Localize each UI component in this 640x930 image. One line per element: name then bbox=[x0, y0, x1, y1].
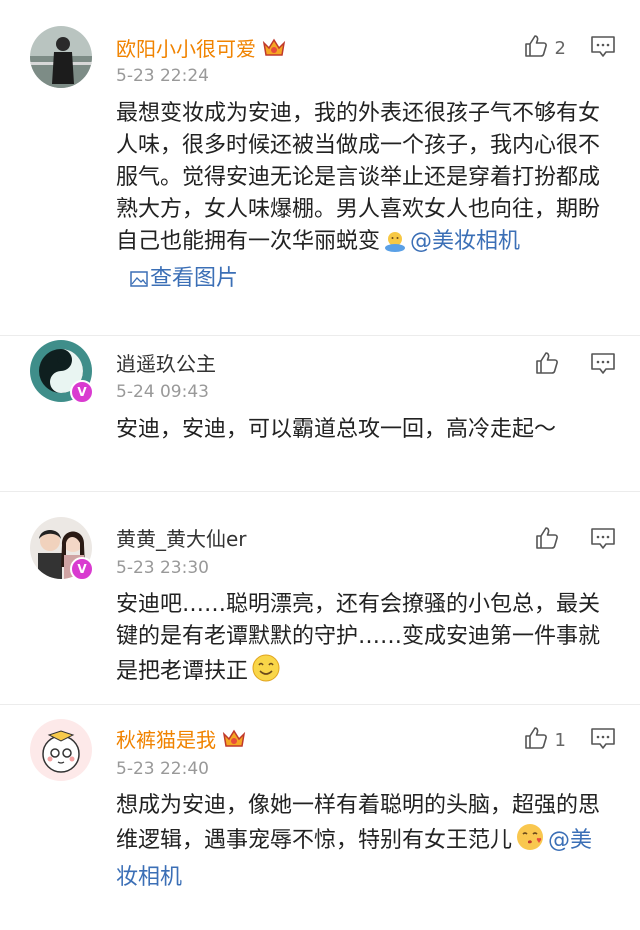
timestamp: 5-23 22:24 bbox=[116, 66, 209, 86]
comment-text: 最想变妆成为安迪，我的外表还很孩子气不够有女人味，很多时候还被当做成一个孩子，我… bbox=[116, 101, 601, 291]
comment-actions: 1 bbox=[523, 725, 616, 756]
comment-icon[interactable] bbox=[590, 527, 616, 555]
like-button[interactable]: 2 bbox=[523, 33, 566, 64]
smile-emoji-icon bbox=[251, 653, 281, 693]
view-picture-link[interactable]: 查看图片 bbox=[130, 266, 238, 291]
thumbs-up-icon bbox=[523, 725, 549, 756]
like-button[interactable]: 1 bbox=[523, 725, 566, 756]
timestamp: 5-23 23:30 bbox=[116, 558, 209, 578]
username[interactable]: 秋裤猫是我 bbox=[116, 724, 246, 755]
username[interactable]: 逍遥玖公主 bbox=[116, 348, 216, 377]
comment-actions bbox=[534, 525, 616, 556]
thumbs-up-icon bbox=[534, 525, 560, 556]
timestamp: 5-23 22:40 bbox=[116, 759, 209, 779]
avatar[interactable] bbox=[30, 719, 92, 781]
mention-link[interactable]: @美妆相机 bbox=[410, 229, 520, 254]
verified-v-icon: V bbox=[70, 380, 94, 404]
like-count: 1 bbox=[554, 730, 566, 751]
username[interactable]: 黄黄_黄大仙er bbox=[116, 523, 247, 552]
thumbs-up-icon bbox=[523, 33, 549, 64]
comment-text: 安迪吧……聪明漂亮，还有会撩骚的小包总，最关键的是有老谭默默的守护……变成安迪第… bbox=[116, 589, 602, 693]
timestamp: 5-24 09:43 bbox=[116, 382, 209, 402]
crown-icon bbox=[262, 37, 286, 64]
avatar[interactable] bbox=[30, 26, 92, 88]
picture-icon bbox=[130, 271, 148, 287]
crown-icon bbox=[222, 728, 246, 755]
comment-actions: 2 bbox=[523, 33, 616, 64]
comment-text: 安迪，安迪，可以霸道总攻一回，高冷走起～ bbox=[116, 417, 557, 442]
comment-icon[interactable] bbox=[590, 352, 616, 380]
like-button[interactable] bbox=[534, 525, 566, 556]
hug-emoji-icon bbox=[383, 229, 407, 263]
like-count: 2 bbox=[554, 38, 566, 59]
comment-actions bbox=[534, 350, 616, 381]
comment-item: 欧阳小小很可爱 5-23 22:24 2 最想变妆成为安迪，我的外表还很孩子气不… bbox=[0, 0, 640, 336]
comment-item: V 逍遥玖公主 5-24 09:43 安迪，安迪，可以霸道总攻一回，高冷走起～ bbox=[0, 336, 640, 492]
avatar[interactable]: V bbox=[30, 517, 94, 581]
username[interactable]: 欧阳小小很可爱 bbox=[116, 33, 286, 64]
comment-text: 想成为安迪，像她一样有着聪明的头脑，超强的思维逻辑，遇事宠辱不惊，特别有女王范儿… bbox=[116, 793, 601, 890]
comment-icon[interactable] bbox=[590, 35, 616, 63]
kiss-emoji-icon bbox=[515, 822, 545, 862]
comment-item: V 黄黄_黄大仙er 5-23 23:30 安迪吧……聪明漂亮，还有会撩骚的小包… bbox=[0, 492, 640, 705]
thumbs-up-icon bbox=[534, 350, 560, 381]
avatar[interactable]: V bbox=[30, 340, 94, 404]
comment-item: 秋裤猫是我 5-23 22:40 1 想成为安迪，像她一样有着聪明的头脑，超强的… bbox=[0, 705, 640, 930]
verified-v-icon: V bbox=[70, 557, 94, 581]
like-button[interactable] bbox=[534, 350, 566, 381]
comment-icon[interactable] bbox=[590, 727, 616, 755]
